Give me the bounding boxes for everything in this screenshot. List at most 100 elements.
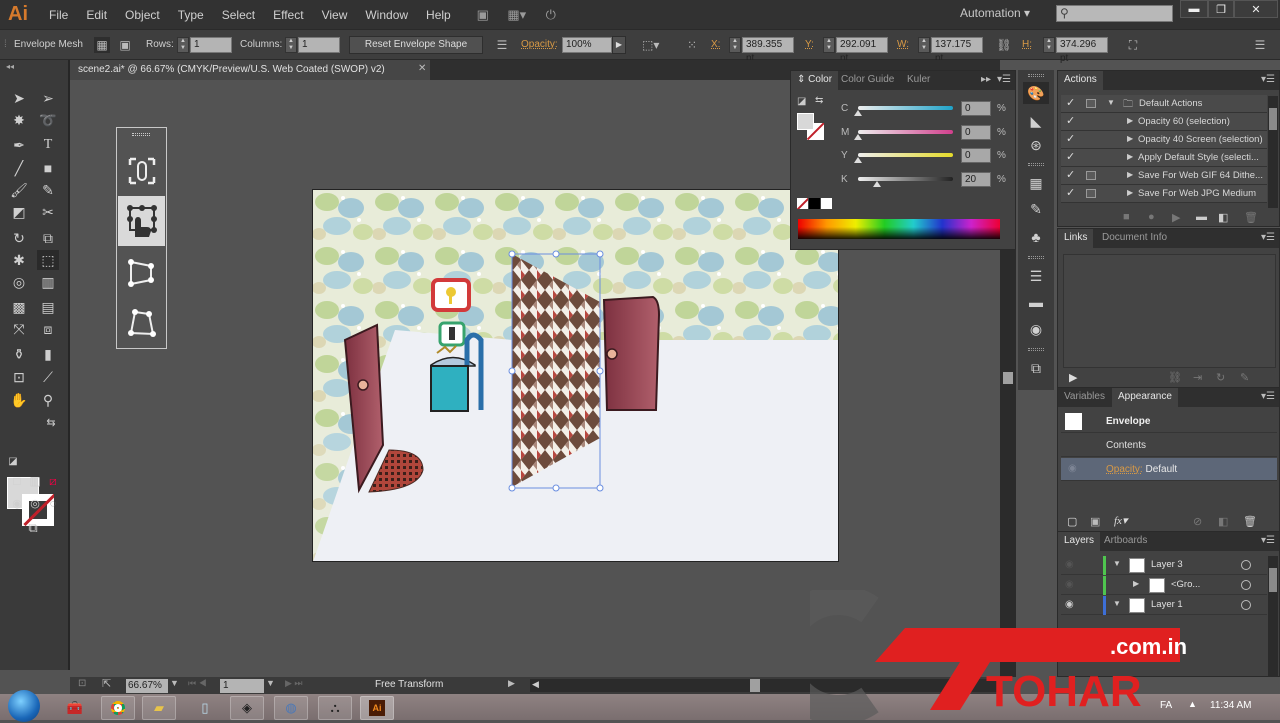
default-fill-stroke-icon[interactable]: ◪ [2,452,24,472]
panel-menu-icon[interactable]: ▾☰ [1261,74,1275,85]
magic-wand-tool-icon[interactable]: ✸ [8,110,30,130]
toggle-dialog-icon[interactable] [1086,189,1096,198]
w-stepper[interactable]: ▲ ▼ [918,37,930,53]
share-icon[interactable]: ⇱ [102,677,111,690]
channel-m-slider[interactable] [858,129,953,134]
status-menu-icon[interactable]: ▶ [508,678,515,689]
edit-envelope-icon[interactable]: ▦ [94,37,110,53]
search-input[interactable]: ⚲ [1056,5,1173,22]
last-artboard-icon[interactable]: ▶ ⏭ [285,678,303,689]
taskbar-app-nodes[interactable]: ⛬ [318,696,352,720]
perspective-grid-tool-icon[interactable]: ▥ [37,272,59,292]
menu-window[interactable]: Window [356,8,417,22]
free-distort-button[interactable] [118,298,165,348]
relink-icon[interactable]: ⛓ [1168,371,1182,384]
symbols-icon[interactable]: ♣ [1023,226,1049,248]
action-item[interactable]: ✓ ▼ 🗀 Default Actions [1061,95,1267,113]
opacity-slider-toggle[interactable]: ▶ [612,36,626,54]
opacity-input[interactable]: 100% [562,37,612,53]
horizontal-scrollbar[interactable]: ◀ [530,679,1000,692]
document-tab[interactable]: scene2.ai* @ 66.67% (CMYK/Preview/U.S. W… [70,60,430,80]
columns-input[interactable]: 1 [298,37,340,53]
reset-envelope-shape-button[interactable]: Reset Envelope Shape [349,36,483,54]
type-tool-icon[interactable]: T [37,135,59,155]
expand-down-icon[interactable]: ▼ [1113,559,1121,568]
scroll-left-icon[interactable]: ◀ [532,679,539,690]
stop-icon[interactable]: ■ [1123,211,1130,223]
y-input[interactable]: 292.091 pt [836,37,888,64]
transparency-icon[interactable]: ◉ [1023,318,1049,340]
white-color-swatch[interactable] [821,198,832,209]
w-label[interactable]: W: [897,39,909,50]
perspective-distort-button[interactable] [118,248,165,298]
channel-y-input[interactable]: 0 [961,148,991,163]
taskbar-toolbox-app[interactable]: 🧰 [58,696,92,720]
taskbar-unity[interactable]: ◈ [230,696,264,720]
show-link-info-icon[interactable]: ▶ [1069,371,1077,384]
appearance-contents-row[interactable]: Contents [1061,434,1277,457]
x-label[interactable]: X: [711,39,720,50]
slice-tool-icon[interactable]: ⟋ [37,367,59,387]
swatches-icon[interactable]: ▦ [1023,172,1049,194]
channel-m-thumb[interactable] [854,133,862,140]
expand-right-icon[interactable]: ▶ [1127,188,1133,197]
visibility-eye-icon[interactable]: ◉ [1065,579,1074,590]
toggle-item-check-icon[interactable]: ✓ [1066,132,1075,145]
toggle-item-check-icon[interactable]: ✓ [1066,168,1075,181]
menu-select[interactable]: Select [213,8,264,22]
line-tool-icon[interactable]: ╱ [8,158,30,178]
action-item[interactable]: ✓ ▶ Apply Default Style (selecti... [1061,149,1267,167]
free-transform-button[interactable] [118,196,165,246]
rows-input[interactable]: 1 [190,37,232,53]
tab-actions[interactable]: Actions [1058,71,1103,90]
shape-builder-tool-icon[interactable]: ◎ [8,272,30,292]
tab-color-guide[interactable]: Color Guide [835,71,900,90]
screen-mode-icon[interactable]: ⧉ [22,518,44,538]
transform-icon[interactable]: ⛶ [1125,37,1141,53]
flyout-grip[interactable] [132,133,150,136]
channel-k-thumb[interactable] [873,180,881,187]
none-mode-icon[interactable]: ⧄ [42,471,64,491]
layers-scroll-thumb[interactable] [1269,568,1277,592]
dock-grip[interactable] [1028,74,1044,77]
panel-menu-icon[interactable]: ▾☰ [1261,391,1275,402]
blob-brush-tool-icon[interactable]: ◩ [8,202,30,222]
w-input[interactable]: 137.175 pt [931,37,983,64]
appearance-opacity-row[interactable]: ◉ Opacity: Default [1061,458,1277,481]
close-button[interactable]: ✕ [1234,0,1278,18]
tab-artboards[interactable]: Artboards [1098,532,1153,551]
control-bar-menu-icon[interactable]: ☰ [1252,37,1268,53]
gradient-tool-icon[interactable]: ▤ [37,297,59,317]
y-label[interactable]: Y: [805,39,814,50]
blend-tool-icon[interactable]: ⧈ [37,319,59,339]
visibility-eye-icon[interactable]: ◉ [1065,599,1074,610]
artboard-number-input[interactable]: 1 [220,679,264,693]
control-bar-grip[interactable]: ⁞ [4,39,7,50]
zoom-level-input[interactable]: 66.67% [126,679,168,693]
visibility-eye-icon[interactable]: ◉ [1068,463,1077,474]
lasso-tool-icon[interactable]: ➰ [37,110,59,130]
panel-menu-icon[interactable]: ▾☰ [997,74,1011,85]
channel-c-input[interactable]: 0 [961,101,991,116]
channel-c-thumb[interactable] [854,110,862,116]
artboard-nav-icon[interactable]: ⊡ [78,678,86,689]
expand-right-icon[interactable]: ▶ [1127,170,1133,179]
collapse-panel-icon[interactable]: ▸▸ [981,74,991,85]
delete-item-icon[interactable]: 🗑 [1243,515,1257,528]
color-panel-icon[interactable]: 🎨 [1023,82,1049,104]
swap-fill-stroke-icon[interactable]: ⇆ [40,413,62,433]
tab-links[interactable]: Links [1058,229,1094,248]
zoom-tool-icon[interactable]: ⚲ [37,390,59,410]
reference-point-icon[interactable]: ⁙ [684,37,700,53]
add-fill-icon[interactable]: ▣ [1090,515,1100,528]
gpu-performance-icon[interactable]: ⏻ [540,6,562,24]
mesh-tool-icon[interactable]: ▩ [8,297,30,317]
action-item[interactable]: ✓ ▶ Save For Web JPG Medium [1061,185,1267,203]
layers-scrollbar[interactable] [1268,556,1278,676]
free-transform-tool-icon[interactable]: ⬚ [37,250,59,270]
tab-kuler[interactable]: Kuler [901,71,936,90]
new-set-icon[interactable]: ▬ [1196,211,1207,223]
action-item[interactable]: ✓ ▶ Opacity 40 Screen (selection) [1061,131,1267,149]
column-graph-tool-icon[interactable]: ▮ [37,344,59,364]
color-spectrum[interactable] [798,219,1000,239]
